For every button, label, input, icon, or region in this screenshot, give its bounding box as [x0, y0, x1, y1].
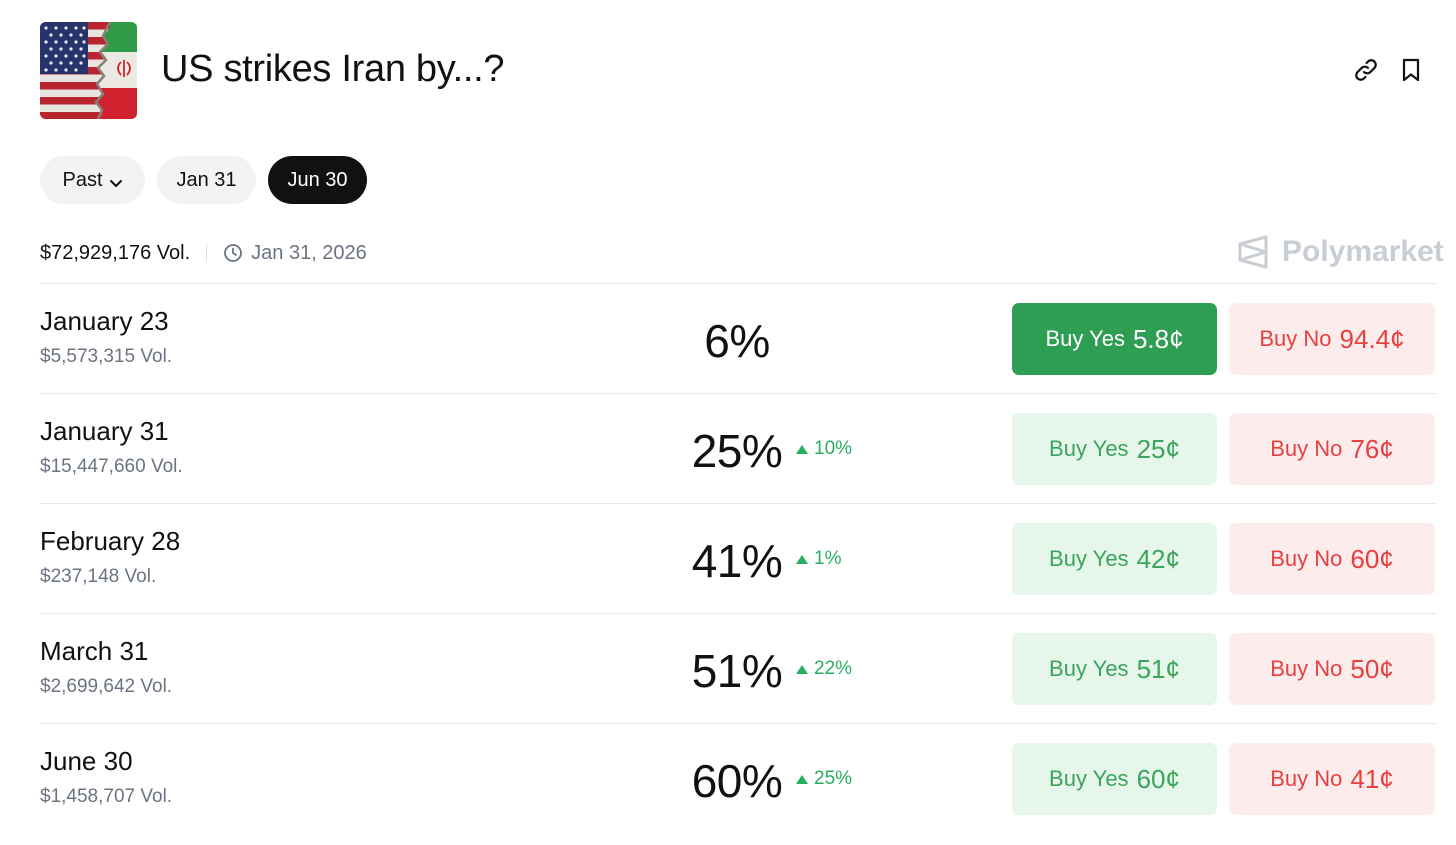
probability-change: 22% — [796, 658, 852, 680]
buy-yes-price: 60¢ — [1136, 763, 1180, 794]
end-date: Jan 31, 2026 — [223, 242, 367, 265]
buy-no-button[interactable]: Buy No 94.4¢ — [1229, 303, 1435, 375]
polymarket-logo-icon — [1238, 235, 1268, 269]
buy-no-price: 50¢ — [1350, 653, 1394, 684]
bookmark-icon[interactable] — [1397, 56, 1425, 84]
up-triangle-icon — [796, 554, 808, 564]
market-date: January 31 — [40, 416, 169, 446]
buy-yes-button[interactable]: Buy Yes 25¢ — [1012, 413, 1217, 485]
brand-name: Polymarket — [1282, 235, 1444, 268]
buy-yes-label: Buy Yes — [1049, 656, 1129, 681]
buy-no-price: 60¢ — [1350, 543, 1394, 574]
filter-label: Jun 30 — [287, 168, 348, 191]
link-icon[interactable] — [1352, 56, 1380, 84]
buy-yes-label: Buy Yes — [1045, 326, 1125, 351]
market-row: March 31 $2,699,642 Vol. 51% 22% Buy Yes… — [40, 613, 1436, 723]
filter-jan-31[interactable]: Jan 31 — [157, 156, 256, 204]
buy-no-price: 94.4¢ — [1339, 323, 1405, 354]
total-volume: $72,929,176 Vol. — [40, 241, 191, 264]
market-probability: 6% — [704, 315, 770, 367]
buy-no-button[interactable]: Buy No 60¢ — [1229, 523, 1435, 595]
market-row: February 28 $237,148 Vol. 41% 1% Buy Yes… — [40, 503, 1436, 613]
market-list: January 23 $5,573,315 Vol. 6% Buy Yes 5.… — [40, 283, 1436, 833]
buy-yes-price: 51¢ — [1136, 653, 1180, 684]
market-date: February 28 — [40, 526, 181, 556]
polymarket-logo: Polymarket — [1236, 232, 1444, 272]
buy-yes-button[interactable]: Buy Yes 5.8¢ — [1012, 303, 1217, 375]
buy-yes-button[interactable]: Buy Yes 60¢ — [1012, 743, 1217, 815]
buy-no-label: Buy No — [1270, 436, 1343, 461]
chevron-down-icon — [109, 173, 123, 187]
change-value: 22% — [814, 658, 853, 679]
filter-label: Past — [62, 168, 103, 191]
buy-yes-label: Buy Yes — [1049, 546, 1129, 571]
market-volume: $237,148 Vol. — [40, 566, 157, 587]
buy-no-label: Buy No — [1270, 546, 1343, 571]
market-row: June 30 $1,458,707 Vol. 60% 25% Buy Yes … — [40, 723, 1436, 833]
up-triangle-icon — [796, 444, 808, 454]
buy-yes-price: 42¢ — [1136, 543, 1180, 574]
market-date: March 31 — [40, 636, 149, 666]
market-date: January 23 — [40, 306, 169, 336]
buy-no-label: Buy No — [1270, 766, 1343, 791]
probability-change: 10% — [796, 438, 852, 460]
market-volume: $2,699,642 Vol. — [40, 676, 173, 697]
change-value: 25% — [814, 768, 853, 789]
clock-icon — [224, 244, 243, 262]
change-value: 1% — [814, 548, 842, 569]
buy-no-label: Buy No — [1270, 656, 1343, 681]
buy-no-price: 76¢ — [1350, 433, 1394, 464]
us-iran-flag-image — [40, 22, 137, 119]
probability-change: 1% — [796, 548, 841, 570]
buy-yes-price: 25¢ — [1136, 433, 1180, 464]
buy-no-button[interactable]: Buy No 50¢ — [1229, 633, 1435, 705]
buy-yes-button[interactable]: Buy Yes 42¢ — [1012, 523, 1217, 595]
market-volume: $15,447,660 Vol. — [40, 456, 183, 477]
market-date: June 30 — [40, 746, 133, 776]
change-value: 10% — [814, 438, 853, 459]
market-header: US strikes Iran by...? — [40, 22, 1436, 120]
buy-yes-label: Buy Yes — [1049, 766, 1129, 791]
market-volume: $1,458,707 Vol. — [40, 786, 173, 807]
buy-no-button[interactable]: Buy No 41¢ — [1229, 743, 1435, 815]
filter-label: Jan 31 — [176, 168, 237, 191]
market-volume: $5,573,315 Vol. — [40, 346, 173, 367]
probability-change: 25% — [796, 768, 852, 790]
end-date-text: Jan 31, 2026 — [251, 241, 367, 264]
buy-yes-price: 5.8¢ — [1132, 323, 1184, 354]
buy-no-label: Buy No — [1259, 326, 1332, 351]
buy-yes-label: Buy Yes — [1049, 436, 1129, 461]
market-row: January 31 $15,447,660 Vol. 25% 10% Buy … — [40, 393, 1436, 503]
buy-no-price: 41¢ — [1350, 763, 1394, 794]
market-meta: $72,929,176 Vol. Jan 31, 2026 — [40, 238, 367, 268]
market-row: January 23 $5,573,315 Vol. 6% Buy Yes 5.… — [40, 283, 1436, 393]
filter-past-dropdown[interactable]: Past — [40, 156, 145, 204]
up-triangle-icon — [796, 664, 808, 674]
buy-no-button[interactable]: Buy No 76¢ — [1229, 413, 1435, 485]
filter-jun-30[interactable]: Jun 30 — [268, 156, 367, 204]
buy-yes-button[interactable]: Buy Yes 51¢ — [1012, 633, 1217, 705]
divider — [206, 245, 208, 261]
date-filter-tabs: Past Jan 31 Jun 30 — [40, 156, 367, 204]
up-triangle-icon — [796, 774, 808, 784]
page-title: US strikes Iran by...? — [161, 48, 505, 90]
